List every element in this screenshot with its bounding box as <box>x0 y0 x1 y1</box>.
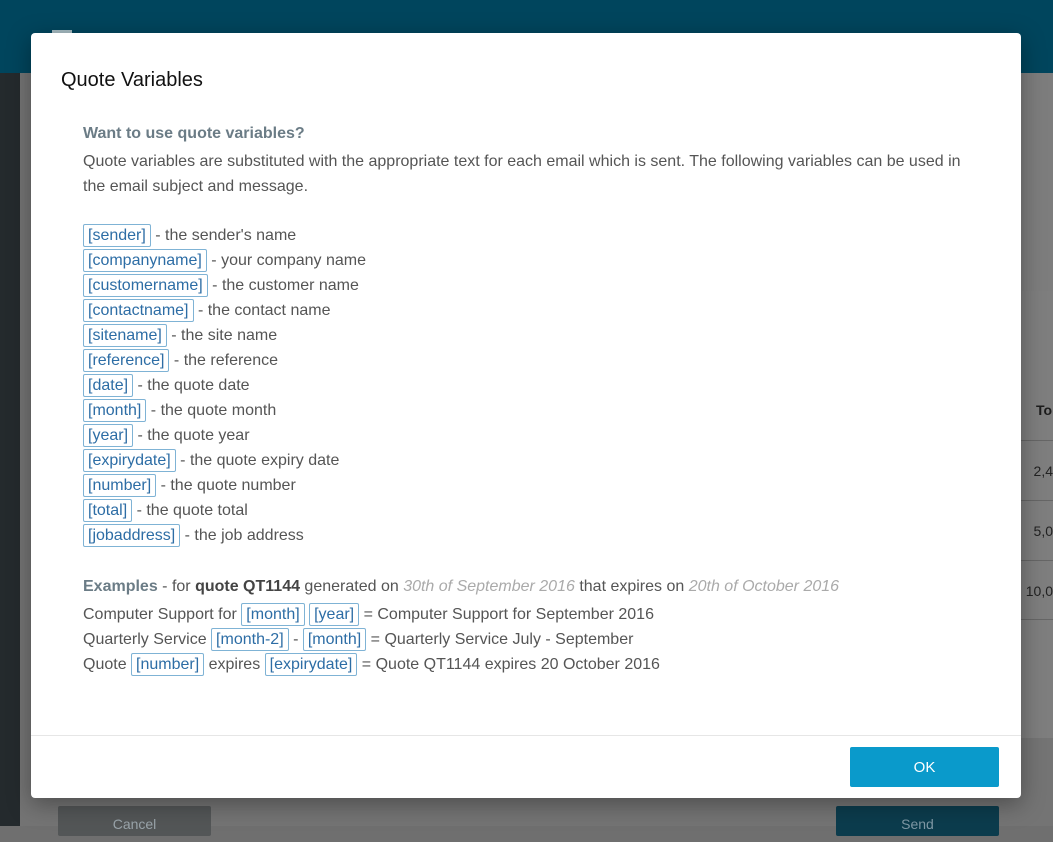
variable-tag: [jobaddress] <box>83 524 181 548</box>
variable-description: - the customer name <box>207 277 359 294</box>
variable-row: [contactname] - the contact name <box>83 298 963 323</box>
variable-description: - the quote number <box>156 477 296 494</box>
background-table-cell: 10,0 <box>1020 560 1053 620</box>
variable-tag: [number] <box>131 653 205 677</box>
variable-row: [companyname] - your company name <box>83 248 963 273</box>
variable-tag: [sitename] <box>83 324 167 348</box>
background-table-header: To <box>1036 402 1053 418</box>
variable-row: [year] - the quote year <box>83 423 963 448</box>
examples-generated-date: 30th of September 2016 <box>403 578 575 595</box>
variable-description: - the quote total <box>132 502 248 519</box>
examples-generated-text: generated on <box>299 578 404 595</box>
example-separator: expires <box>204 656 265 673</box>
variable-row: [sitename] - the site name <box>83 323 963 348</box>
variable-description: - the quote date <box>133 377 250 394</box>
variable-row: [jobaddress] - the job address <box>83 523 963 548</box>
example-prefix: Quote <box>83 656 132 673</box>
variable-tag: [year] <box>83 424 134 448</box>
variable-description: - the reference <box>169 352 278 369</box>
variable-description: - your company name <box>206 252 367 269</box>
example-row: Quote [number] expires [expirydate] = Qu… <box>83 652 963 677</box>
variable-tag: [contactname] <box>83 299 194 323</box>
variable-tag: [number] <box>83 474 157 498</box>
example-row: Computer Support for [month] [year] = Co… <box>83 602 963 627</box>
dialog-content: Want to use quote variables? Quote varia… <box>83 123 963 677</box>
variable-tag: [expirydate] <box>264 653 358 677</box>
dialog-footer-divider <box>31 735 1021 736</box>
app-sidebar <box>0 73 20 826</box>
variable-tag: [month-2] <box>211 628 289 652</box>
example-prefix: Computer Support for <box>83 606 242 623</box>
variable-tag: [date] <box>83 374 134 398</box>
variable-tag: [total] <box>83 499 133 523</box>
variable-list: [sender] - the sender's name [companynam… <box>83 223 963 548</box>
send-button[interactable]: Send <box>836 806 999 836</box>
variable-tag: [sender] <box>83 224 151 248</box>
variable-row: [number] - the quote number <box>83 473 963 498</box>
variable-tag: [month] <box>302 628 367 652</box>
variable-tag: [month] <box>83 399 147 423</box>
example-result: = Quote QT1144 expires 20 October 2016 <box>357 656 660 673</box>
example-result: = Computer Support for September 2016 <box>359 606 654 623</box>
examples-label: Examples <box>83 578 158 595</box>
variable-tag: [year] <box>309 603 360 627</box>
variable-row: [reference] - the reference <box>83 348 963 373</box>
dialog-title: Quote Variables <box>61 69 203 91</box>
variable-description: - the sender's name <box>150 227 297 244</box>
variable-tag: [companyname] <box>83 249 207 273</box>
background-panel <box>1020 73 1053 291</box>
variable-tag: [expirydate] <box>83 449 176 473</box>
background-table-cell: 2,4 <box>1020 440 1053 500</box>
examples-expiry-date: 20th of October 2016 <box>688 578 840 595</box>
examples-expires-text: that expires on <box>574 578 689 595</box>
help-heading: Want to use quote variables? <box>83 125 305 142</box>
variable-row: [total] - the quote total <box>83 498 963 523</box>
examples-list: Computer Support for [month] [year] = Co… <box>83 602 963 677</box>
variable-row: [date] - the quote date <box>83 373 963 398</box>
variable-description: - the quote month <box>146 402 277 419</box>
example-result: = Quarterly Service July - September <box>366 631 634 648</box>
example-row: Quarterly Service [month-2] - [month] = … <box>83 627 963 652</box>
examples-for-text: - for <box>157 578 196 595</box>
variable-row: [expirydate] - the quote expiry date <box>83 448 963 473</box>
quote-variables-dialog: Quote Variables Want to use quote variab… <box>31 33 1021 798</box>
variable-row: [month] - the quote month <box>83 398 963 423</box>
background-table-cell: 5,0 <box>1020 500 1053 560</box>
cancel-button[interactable]: Cancel <box>58 806 211 836</box>
example-separator: - <box>288 631 303 648</box>
help-intro: Quote variables are substituted with the… <box>83 153 961 195</box>
variable-description: - the job address <box>180 527 304 544</box>
ok-button[interactable]: OK <box>850 747 999 787</box>
variable-row: [sender] - the sender's name <box>83 223 963 248</box>
variable-description: - the contact name <box>193 302 331 319</box>
example-prefix: Quarterly Service <box>83 631 212 648</box>
examples-heading: Examples - for quote QT1144 generated on… <box>83 574 963 599</box>
variable-description: - the site name <box>166 327 278 344</box>
variable-tag: [reference] <box>83 349 170 373</box>
variable-tag: [customername] <box>83 274 208 298</box>
variable-description: - the quote expiry date <box>175 452 340 469</box>
variable-tag: [month] <box>241 603 305 627</box>
examples-quote-id: quote QT1144 <box>195 578 300 595</box>
variable-row: [customername] - the customer name <box>83 273 963 298</box>
variable-description: - the quote year <box>133 427 250 444</box>
